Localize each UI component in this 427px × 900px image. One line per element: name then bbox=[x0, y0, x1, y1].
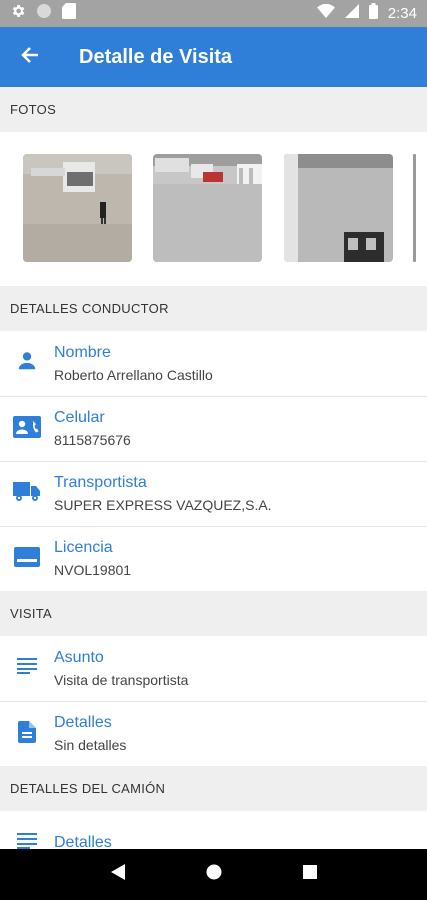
driver-phone-value: 8115875676 bbox=[54, 432, 131, 448]
driver-license-row[interactable]: Licencia NVOL19801 bbox=[0, 526, 427, 591]
section-header-driver: DETALLES CONDUCTOR bbox=[0, 286, 427, 331]
battery-icon bbox=[368, 3, 378, 24]
driver-carrier-label: Transportista bbox=[54, 474, 147, 491]
page-title: Detalle de Visita bbox=[79, 45, 233, 68]
driver-name-row[interactable]: Nombre Roberto Arrellano Castillo bbox=[0, 331, 427, 396]
photo-thumbnail[interactable] bbox=[23, 154, 132, 262]
person-icon bbox=[16, 350, 38, 377]
visit-subject-value: Visita de transportista bbox=[54, 671, 189, 688]
driver-phone-label: Celular bbox=[54, 409, 105, 426]
truck-details-label: Detalles bbox=[54, 833, 112, 850]
nav-home-button[interactable] bbox=[206, 864, 222, 885]
settings-gear-icon bbox=[10, 3, 26, 24]
section-header-truck: DETALLES DEL CAMIÓN bbox=[0, 766, 427, 811]
photo-thumbnail[interactable] bbox=[284, 154, 393, 262]
driver-carrier-value: SUPER EXPRESS VAZQUEZ,S.A. bbox=[54, 497, 272, 513]
nav-back-button[interactable] bbox=[110, 864, 125, 885]
sd-card-icon bbox=[62, 3, 76, 24]
app-bar: Detalle de Visita bbox=[0, 27, 427, 87]
arrow-back-icon bbox=[20, 45, 40, 70]
driver-phone-row[interactable]: Celular 8115875676 bbox=[0, 396, 427, 461]
visit-detail-content[interactable]: FOTOS DETALLES CONDUCTOR Nombre Roberto … bbox=[0, 87, 427, 849]
truck-details-row[interactable]: Detalles bbox=[0, 811, 427, 849]
driver-name-label: Nombre bbox=[54, 343, 111, 361]
cell-signal-icon bbox=[344, 4, 359, 23]
visit-details-label: Detalles bbox=[54, 714, 112, 731]
status-bar: 2:34 bbox=[0, 0, 427, 27]
truck-icon bbox=[13, 481, 41, 507]
sync-circle-icon bbox=[36, 3, 52, 24]
driver-carrier-row[interactable]: Transportista SUPER EXPRESS VAZQUEZ,S.A. bbox=[0, 461, 427, 526]
driver-license-label: Licencia bbox=[54, 539, 113, 556]
document-icon bbox=[18, 720, 36, 748]
wifi-icon bbox=[316, 3, 335, 23]
back-button[interactable] bbox=[0, 27, 60, 87]
status-time: 2:34 bbox=[387, 5, 417, 22]
photo-thumbnail[interactable] bbox=[153, 154, 262, 262]
visit-subject-row[interactable]: Asunto Visita de transportista bbox=[0, 636, 427, 701]
card-icon bbox=[14, 546, 40, 572]
system-nav-bar bbox=[0, 849, 427, 900]
subject-icon bbox=[17, 833, 37, 849]
nav-recents-button[interactable] bbox=[302, 865, 317, 884]
visit-details-value: Sin detalles bbox=[54, 737, 127, 753]
visit-details-row[interactable]: Detalles Sin detalles bbox=[0, 701, 427, 766]
contact-card-icon bbox=[13, 415, 41, 443]
visit-subject-label: Asunto bbox=[54, 648, 104, 666]
section-header-visit: VISITA bbox=[0, 591, 427, 636]
photo-thumbnail-partial bbox=[413, 154, 416, 262]
driver-name-value: Roberto Arrellano Castillo bbox=[54, 366, 213, 383]
subject-icon bbox=[17, 658, 37, 679]
driver-license-value: NVOL19801 bbox=[54, 562, 132, 578]
photo-strip[interactable] bbox=[0, 132, 427, 286]
section-header-photos: FOTOS bbox=[0, 87, 427, 132]
